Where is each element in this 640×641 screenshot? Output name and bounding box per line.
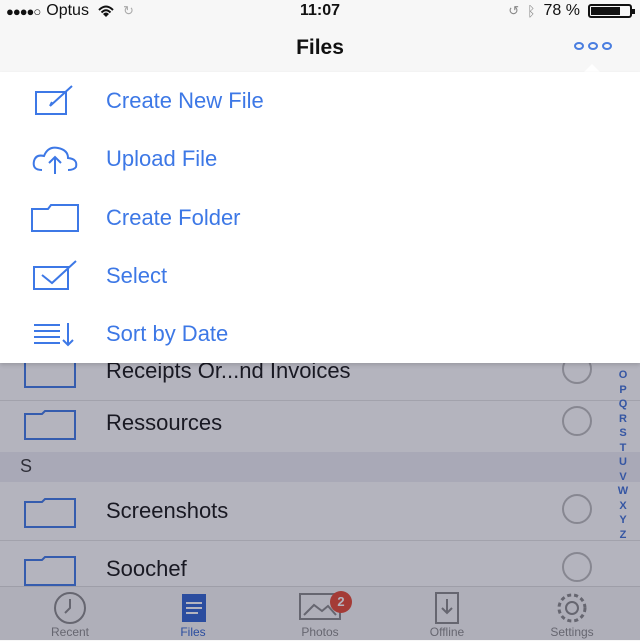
checkbox-icon (33, 260, 77, 290)
menu-item-sort-by-date[interactable]: Sort by Date (0, 305, 640, 363)
menu-item-select[interactable]: Select (0, 247, 640, 305)
menu-item-upload-file[interactable]: Upload File (0, 130, 640, 188)
folder-icon (31, 204, 79, 232)
menu-item-label: Create Folder (106, 205, 241, 230)
compose-icon (35, 85, 73, 115)
cloud-upload-icon (32, 146, 78, 174)
menu-item-create-new-file[interactable]: Create New File (0, 72, 640, 130)
page-title: Files (296, 36, 344, 59)
action-menu: Create New File Upload File Create Folde… (0, 72, 640, 363)
bluetooth-icon: ᛒ (527, 3, 536, 19)
menu-item-label: Select (106, 263, 168, 288)
battery-percent: 78 % (543, 2, 580, 19)
menu-item-label: Sort by Date (106, 321, 229, 346)
menu-item-label: Create New File (106, 88, 264, 113)
menu-item-create-folder[interactable]: Create Folder (0, 189, 640, 247)
sort-icon (34, 323, 74, 347)
status-bar: ●●●●○ Optus ↻ 11:07 ↺ ᛒ 78 % (0, 0, 640, 24)
battery-level (591, 7, 621, 15)
battery-icon (588, 4, 635, 18)
more-icon[interactable] (574, 42, 612, 50)
navigation-bar: Files (0, 24, 640, 73)
menu-item-label: Upload File (106, 146, 218, 171)
lock-rotation-icon: ↺ (508, 3, 520, 18)
